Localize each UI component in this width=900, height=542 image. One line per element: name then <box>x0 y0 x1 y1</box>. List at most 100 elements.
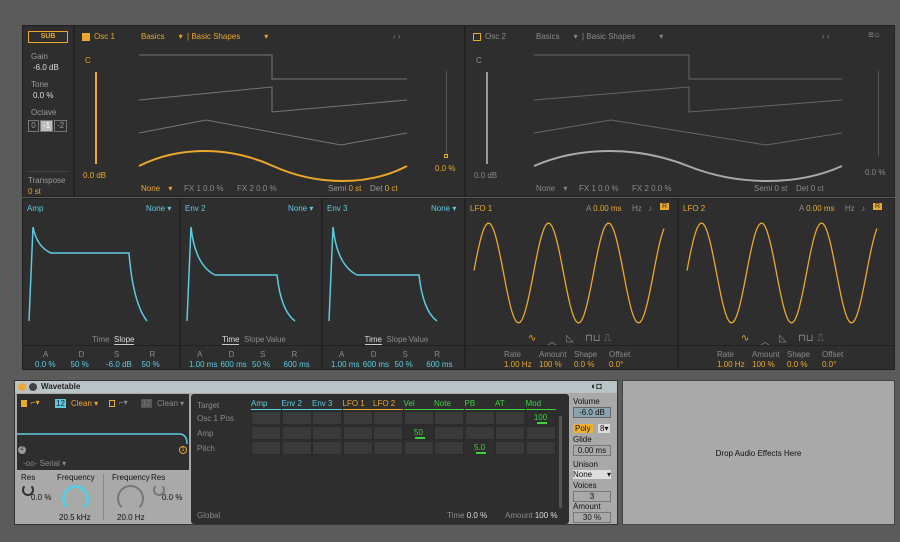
unison-amount-value[interactable]: 30 % <box>573 512 611 523</box>
osc2-position-value[interactable]: 0.0 % <box>865 168 885 177</box>
env-param-value[interactable]: 600 ms <box>284 360 310 369</box>
filter2-enable[interactable] <box>109 400 115 407</box>
voices-count-dropdown[interactable]: 8▾ <box>598 424 611 433</box>
osc1-fx-mode-dropdown[interactable]: None ▾ <box>141 184 172 193</box>
f2-freq-value[interactable]: 20.0 Hz <box>117 513 145 522</box>
matrix-cell[interactable] <box>373 441 403 455</box>
osc1-position-slider[interactable] <box>446 71 447 156</box>
env-param-value[interactable]: 50 % <box>252 360 270 369</box>
env-param-value[interactable]: 50 % <box>142 360 160 369</box>
glide-value[interactable]: 0.00 ms <box>573 445 611 456</box>
matrix-cell[interactable] <box>464 411 495 425</box>
filter2-node[interactable]: 2 <box>18 446 26 454</box>
matrix-cell[interactable] <box>495 441 525 455</box>
routing-dropdown[interactable]: -oo- Serial ▾ <box>23 459 66 468</box>
source-lfo-1[interactable]: LFO 1 <box>342 399 373 410</box>
env-tab-slope[interactable]: Slope <box>244 335 264 344</box>
f2-freq-knob[interactable] <box>117 485 144 512</box>
lfo-shape-saw-icon[interactable]: ◺ <box>566 333 574 344</box>
lfo-shape-saw-icon[interactable]: ◺ <box>779 333 787 344</box>
source-mod[interactable]: Mod <box>525 399 556 410</box>
matrix-cell[interactable] <box>373 411 403 425</box>
source-env-2[interactable]: Env 2 <box>281 399 312 410</box>
sub-toggle[interactable]: SUB <box>28 31 68 43</box>
source-note[interactable]: Note <box>434 399 464 410</box>
osc2-semi[interactable]: Semi 0 st <box>754 184 787 193</box>
osc1-position-handle[interactable] <box>444 154 448 158</box>
matrix-cell[interactable] <box>434 441 464 455</box>
unison-dropdown[interactable]: None ▾ <box>573 470 611 479</box>
voices-value[interactable]: 3 <box>573 491 611 502</box>
env-param-value[interactable]: 1.00 ms <box>189 360 217 369</box>
octave-minus2-button[interactable]: -2 <box>54 120 67 132</box>
matrix-cell[interactable] <box>251 441 281 455</box>
osc1-gain-value[interactable]: 0.0 dB <box>83 171 106 180</box>
f2-res-value[interactable]: 0.0 % <box>162 493 182 502</box>
lfo-param-value[interactable]: 100 % <box>752 360 775 369</box>
filter2-slope[interactable]: 12 <box>141 399 152 408</box>
osc1-wavetable-dropdown[interactable]: | Basic Shapes ▾ <box>187 32 268 41</box>
osc1-gain-slider[interactable] <box>95 72 97 164</box>
matrix-cell[interactable] <box>464 426 495 440</box>
matrix-cell[interactable] <box>312 441 342 455</box>
f1-freq-knob[interactable] <box>62 485 89 512</box>
env-tab-slope[interactable]: Slope <box>114 335 135 345</box>
lfo-shape-random-icon[interactable]: ⎍ <box>604 333 611 344</box>
lfo-param-value[interactable]: 0.0 % <box>574 360 594 369</box>
matrix-cell[interactable] <box>434 411 464 425</box>
matrix-cell[interactable] <box>312 426 342 440</box>
matrix-cell[interactable] <box>281 441 312 455</box>
env-param-value[interactable]: 600 ms <box>426 360 452 369</box>
matrix-scrollbar[interactable] <box>559 416 562 508</box>
device-fold-button[interactable] <box>29 383 37 391</box>
source-vel[interactable]: Vel <box>403 399 434 410</box>
filter1-type-icon[interactable]: ⌐▾ <box>31 398 40 407</box>
filter2-type-icon[interactable]: ⌐▾ <box>119 398 128 407</box>
osc1-fx2[interactable]: FX 2 0.0 % <box>237 184 277 193</box>
global-amount[interactable]: Amount 100 % <box>505 511 558 520</box>
filter1-slope[interactable]: 12 <box>55 399 66 408</box>
env-param-value[interactable]: 600 ms <box>221 360 247 369</box>
matrix-cell[interactable] <box>342 441 373 455</box>
global-time[interactable]: Time 0.0 % <box>447 511 487 520</box>
source-env-3[interactable]: Env 3 <box>312 399 342 410</box>
osc2-fx1[interactable]: FX 1 0.0 % <box>579 184 619 193</box>
env-param-value[interactable]: -6.0 dB <box>106 360 132 369</box>
osc2-gain-slider[interactable] <box>486 72 488 164</box>
lfo-shape-square-icon[interactable]: ⊓⊔ <box>585 333 601 344</box>
matrix-cell[interactable]: 100 <box>525 411 556 425</box>
lfo-shape-square-icon[interactable]: ⊓⊔ <box>798 333 814 344</box>
lfo-shape-random-icon[interactable]: ⎍ <box>817 333 824 344</box>
osc1-semi[interactable]: Semi 0 st <box>328 184 361 193</box>
env-tab-time[interactable]: Time <box>222 335 240 345</box>
osc1-det[interactable]: Det 0 ct <box>370 184 398 193</box>
octave-0-button[interactable]: 0 <box>28 120 39 132</box>
osc1-position-value[interactable]: 0.0 % <box>435 164 455 173</box>
matrix-cell[interactable] <box>251 426 281 440</box>
matrix-cell[interactable] <box>251 411 281 425</box>
source-at[interactable]: AT <box>495 399 525 410</box>
env-param-value[interactable]: 1.00 ms <box>331 360 359 369</box>
source-amp[interactable]: Amp <box>251 399 281 410</box>
osc2-fx-mode-dropdown[interactable]: None ▾ <box>536 184 567 193</box>
env-param-value[interactable]: 50 % <box>395 360 413 369</box>
matrix-cell[interactable] <box>342 426 373 440</box>
menu-icon[interactable]: ≡○ <box>868 30 880 41</box>
lfo-param-value[interactable]: 0.0° <box>609 360 623 369</box>
filter1-circuit[interactable]: Clean ▾ <box>71 399 98 408</box>
matrix-cell[interactable] <box>495 426 525 440</box>
env-tab-time[interactable]: Time <box>364 335 382 345</box>
f1-freq-value[interactable]: 20.5 kHz <box>59 513 91 522</box>
matrix-cell[interactable]: 5.0 <box>464 441 495 455</box>
target-row-label[interactable]: Amp <box>197 429 213 438</box>
osc2-det[interactable]: Det 0 ct <box>796 184 824 193</box>
matrix-cell[interactable] <box>281 411 312 425</box>
octave-minus1-button[interactable]: -1 <box>40 120 53 132</box>
source-lfo-2[interactable]: LFO 2 <box>373 399 403 410</box>
env-tab-slope[interactable]: Slope <box>387 335 407 344</box>
env-param-value[interactable]: 50 % <box>71 360 89 369</box>
osc2-fx2[interactable]: FX 2 0.0 % <box>632 184 672 193</box>
f1-res-value[interactable]: 0.0 % <box>31 493 51 502</box>
lfo-param-value[interactable]: 1.00 Hz <box>504 360 532 369</box>
osc2-position-slider[interactable] <box>878 71 879 156</box>
